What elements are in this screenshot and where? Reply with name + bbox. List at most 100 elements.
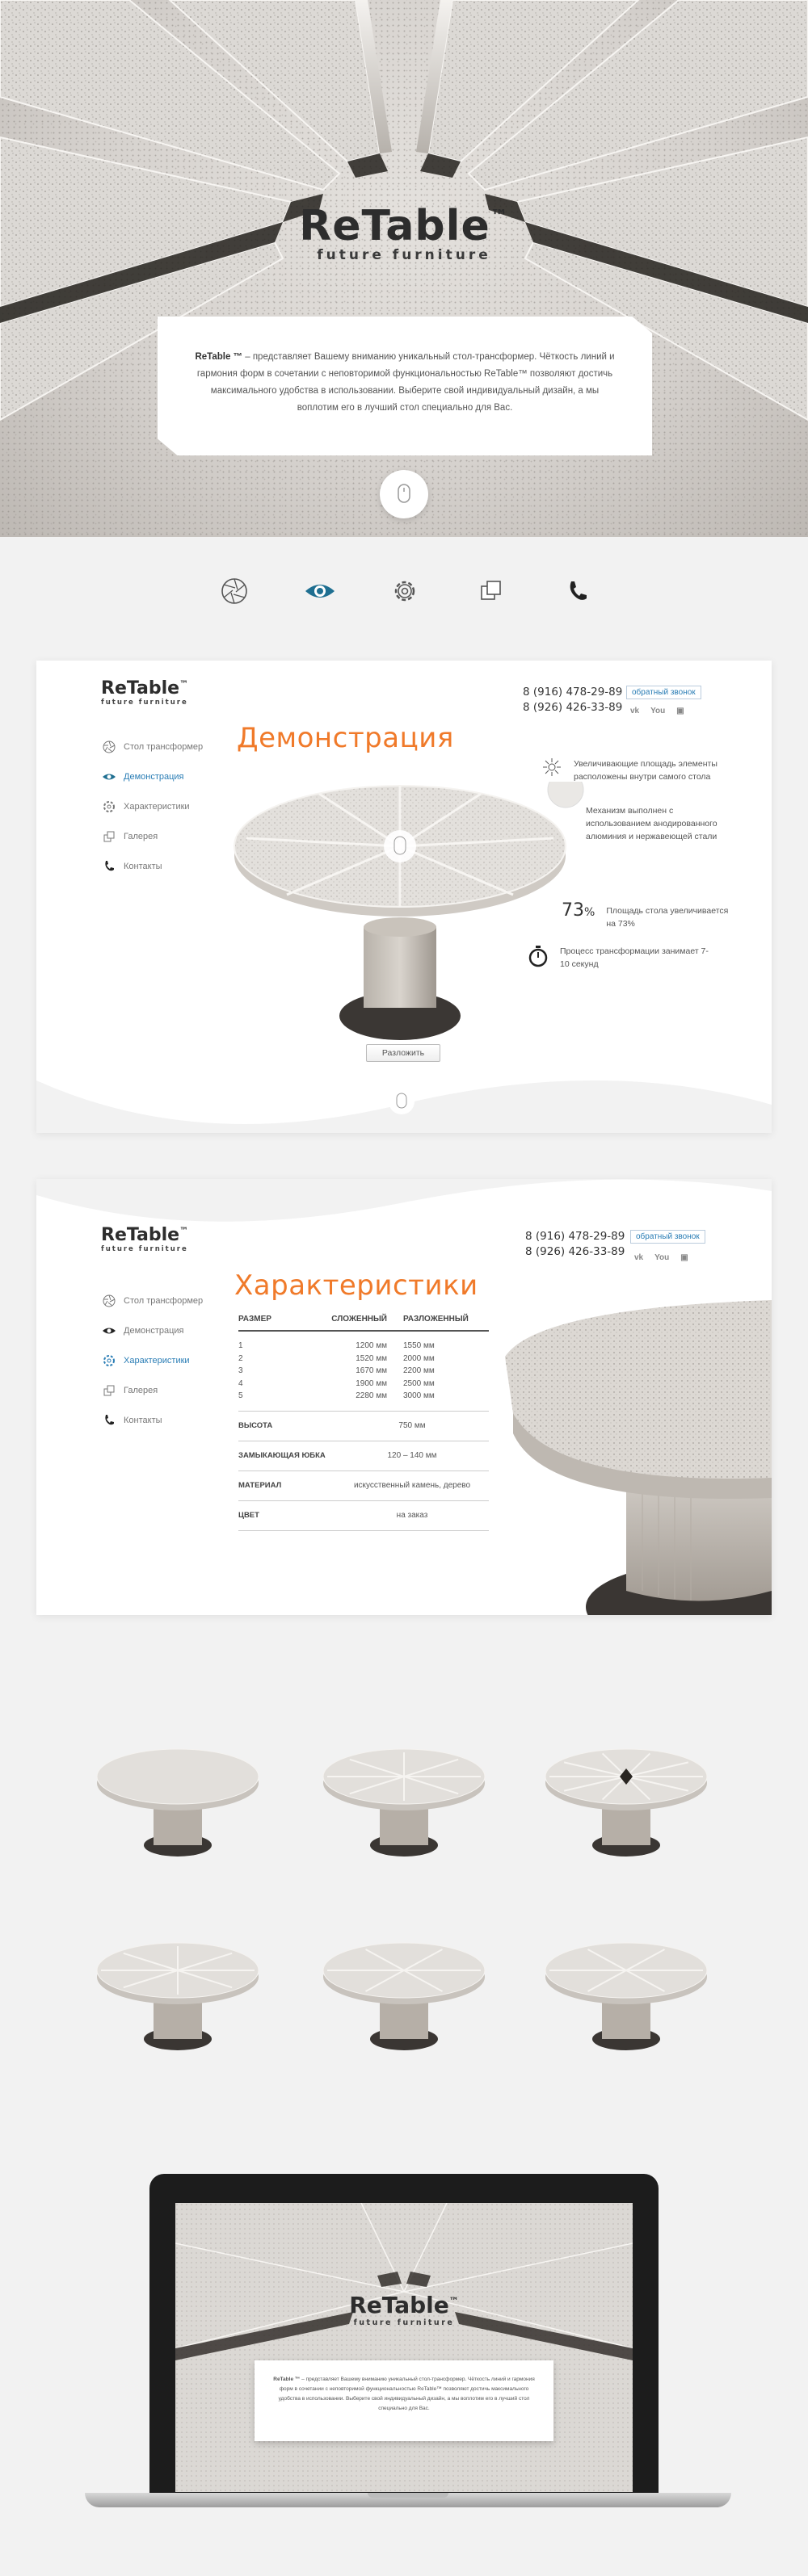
sidebar-item-specs[interactable]: Характеристики bbox=[101, 1345, 203, 1375]
aperture-icon bbox=[103, 740, 116, 753]
nav-demo-button[interactable] bbox=[302, 573, 338, 609]
spec-size-row: 5 2280 мм 3000 мм bbox=[238, 1391, 435, 1401]
aperture-icon bbox=[103, 1294, 116, 1307]
expand-icon bbox=[543, 758, 561, 776]
gallery-icon bbox=[481, 581, 501, 600]
demo-title: Демонстрация bbox=[237, 722, 454, 754]
laptop-screen: ReTable™ future furniture ReTable ™ – пр… bbox=[175, 2203, 633, 2492]
sidebar-item-demo[interactable]: Демонстрация bbox=[101, 1315, 203, 1345]
phone-1[interactable]: 8 (916) 478-29-89 bbox=[525, 1229, 625, 1244]
vk-icon[interactable]: vk bbox=[630, 707, 639, 715]
specs-panel: ReTable™ future furniture 8 (916) 478-29… bbox=[36, 1179, 772, 1615]
phone-2[interactable]: 8 (926) 426-33-89 bbox=[525, 1244, 625, 1260]
aperture-icon bbox=[221, 578, 247, 604]
social-links: vk You ▣ bbox=[630, 707, 684, 715]
spec-size-row: 4 1900 мм 2500 мм bbox=[238, 1378, 435, 1388]
sidebar-item-contacts[interactable]: Контакты bbox=[101, 851, 203, 881]
specs-properties: ВЫСОТА 750 мм ЗАМЫКАЮЩАЯ ЮБКА 120 – 140 мм М… bbox=[238, 1412, 489, 1531]
phone-icon bbox=[570, 581, 587, 600]
spec-property-row: ЗАМЫКАЮЩАЯ ЮБКА 120 – 140 мм bbox=[238, 1441, 489, 1471]
phone-1[interactable]: 8 (916) 478-29-89 bbox=[523, 685, 622, 700]
panel-tagline: future furniture bbox=[101, 699, 188, 707]
gear-icon bbox=[103, 1354, 115, 1366]
table-render-image bbox=[322, 1748, 486, 1856]
sidebar-menu: Стол трансформер Демонстрация Характерис… bbox=[101, 732, 203, 881]
area-percent: 73 bbox=[562, 900, 584, 921]
sidebar-item-specs[interactable]: Характеристики bbox=[101, 791, 203, 821]
nav-specs-button[interactable] bbox=[387, 573, 423, 609]
feature-time: Процесс трансформации занимает 7-10 секу… bbox=[528, 945, 713, 971]
hero-tagline: future furniture bbox=[317, 247, 491, 263]
sidebar-menu: Стол трансформер Демонстрация Характерис… bbox=[101, 1286, 203, 1435]
sidebar-item-demo[interactable]: Демонстрация bbox=[101, 761, 203, 791]
gallery-item[interactable] bbox=[537, 1938, 715, 2059]
spec-size-row: 1 1200 мм 1550 мм bbox=[238, 1341, 435, 1351]
table-closeup-illustration bbox=[505, 1300, 772, 1615]
table-render-image bbox=[545, 1748, 708, 1856]
panel-brand: ReTable™ bbox=[101, 678, 189, 699]
table-demo-illustration bbox=[234, 782, 584, 1040]
gallery-item[interactable] bbox=[315, 1744, 493, 1865]
feature-mechanism: Механизм выполнен с использованием аноди… bbox=[586, 806, 718, 841]
gear-icon bbox=[394, 581, 415, 602]
mouse-icon bbox=[398, 484, 410, 503]
panel-logo[interactable]: ReTable™ future furniture bbox=[101, 1225, 188, 1253]
gallery-item[interactable] bbox=[89, 1744, 267, 1865]
feature-area: 73% Площадь стола увеличивается на 73% bbox=[562, 900, 729, 929]
screen-logo: ReTable™ future furniture bbox=[349, 2292, 459, 2327]
table-render-image bbox=[96, 1748, 259, 1856]
sidebar-item-contacts[interactable]: Контакты bbox=[101, 1405, 203, 1435]
spec-property-row: ВЫСОТА 750 мм bbox=[238, 1412, 489, 1441]
nav-transformer-button[interactable] bbox=[217, 573, 252, 609]
gallery-item[interactable] bbox=[89, 1938, 267, 2059]
phone-2[interactable]: 8 (926) 426-33-89 bbox=[523, 700, 622, 715]
screen-petals bbox=[175, 2203, 633, 2492]
instagram-icon[interactable]: ▣ bbox=[680, 1253, 688, 1262]
gallery-icon bbox=[103, 1385, 115, 1395]
youtube-icon[interactable]: You bbox=[654, 1253, 669, 1262]
table-petals-illustration bbox=[0, 0, 808, 422]
screen-intro-card: ReTable ™ – представляет Вашему вниманию… bbox=[255, 2360, 553, 2441]
intro-text: – представляет Вашему вниманию уникальны… bbox=[196, 352, 615, 413]
eye-icon bbox=[305, 585, 335, 598]
nav-gallery-button[interactable] bbox=[473, 573, 509, 609]
icon-navigation bbox=[0, 573, 808, 614]
eye-icon bbox=[103, 774, 116, 779]
gallery-icon bbox=[103, 831, 115, 841]
sidebar-item-gallery[interactable]: Галерея bbox=[101, 1375, 203, 1405]
sidebar-item-gallery[interactable]: Галерея bbox=[101, 821, 203, 851]
phone-icon bbox=[105, 860, 114, 871]
callback-button[interactable]: обратный звонок bbox=[626, 686, 701, 699]
spec-property-row: ЦВЕТ на заказ bbox=[238, 1501, 489, 1531]
wave-divider bbox=[36, 1080, 772, 1133]
phone-numbers: 8 (916) 478-29-89 8 (926) 426-33-89 bbox=[525, 1229, 625, 1260]
panel-logo[interactable]: ReTable™ future furniture bbox=[101, 678, 188, 707]
nav-contacts-button[interactable] bbox=[559, 573, 595, 609]
panel-brand: ReTable™ bbox=[101, 1225, 189, 1245]
hero-brand: ReTable™ bbox=[299, 202, 509, 250]
callback-button[interactable]: обратный звонок bbox=[630, 1230, 705, 1244]
spec-size-row: 2 1520 мм 2000 мм bbox=[238, 1353, 435, 1363]
sidebar-item-transformer[interactable]: Стол трансформер bbox=[101, 1286, 203, 1315]
specs-header-row: РАЗМЕР СЛОЖЕННЫЙ РАЗЛОЖЕННЫЙ bbox=[238, 1315, 489, 1332]
social-links: vk You ▣ bbox=[634, 1253, 688, 1262]
panel-tagline: future furniture bbox=[101, 1245, 188, 1253]
laptop-mockup: ReTable™ future furniture ReTable ™ – пр… bbox=[85, 2174, 731, 2513]
vk-icon[interactable]: vk bbox=[634, 1253, 643, 1262]
phone-icon bbox=[105, 1414, 114, 1424]
scroll-down-button[interactable] bbox=[380, 470, 428, 518]
spec-size-row: 3 1670 мм 2200 мм bbox=[238, 1366, 435, 1376]
eye-icon bbox=[103, 1328, 116, 1333]
specs-title: Характеристики bbox=[234, 1269, 478, 1302]
youtube-icon[interactable]: You bbox=[650, 707, 665, 715]
gallery-item[interactable] bbox=[537, 1744, 715, 1865]
demo-panel: ReTable™ future furniture 8 (916) 478-29… bbox=[36, 661, 772, 1133]
gear-icon bbox=[103, 800, 115, 812]
hero-logo: ReTable™ future furniture bbox=[0, 202, 808, 263]
instagram-icon[interactable]: ▣ bbox=[676, 707, 684, 715]
table-render-image bbox=[96, 1942, 259, 2050]
laptop-notch bbox=[368, 2493, 448, 2498]
hero-section: ReTable™ future furniture ReTable ™ – пр… bbox=[0, 0, 808, 537]
sidebar-item-transformer[interactable]: Стол трансформер bbox=[101, 732, 203, 761]
gallery-item[interactable] bbox=[315, 1938, 493, 2059]
